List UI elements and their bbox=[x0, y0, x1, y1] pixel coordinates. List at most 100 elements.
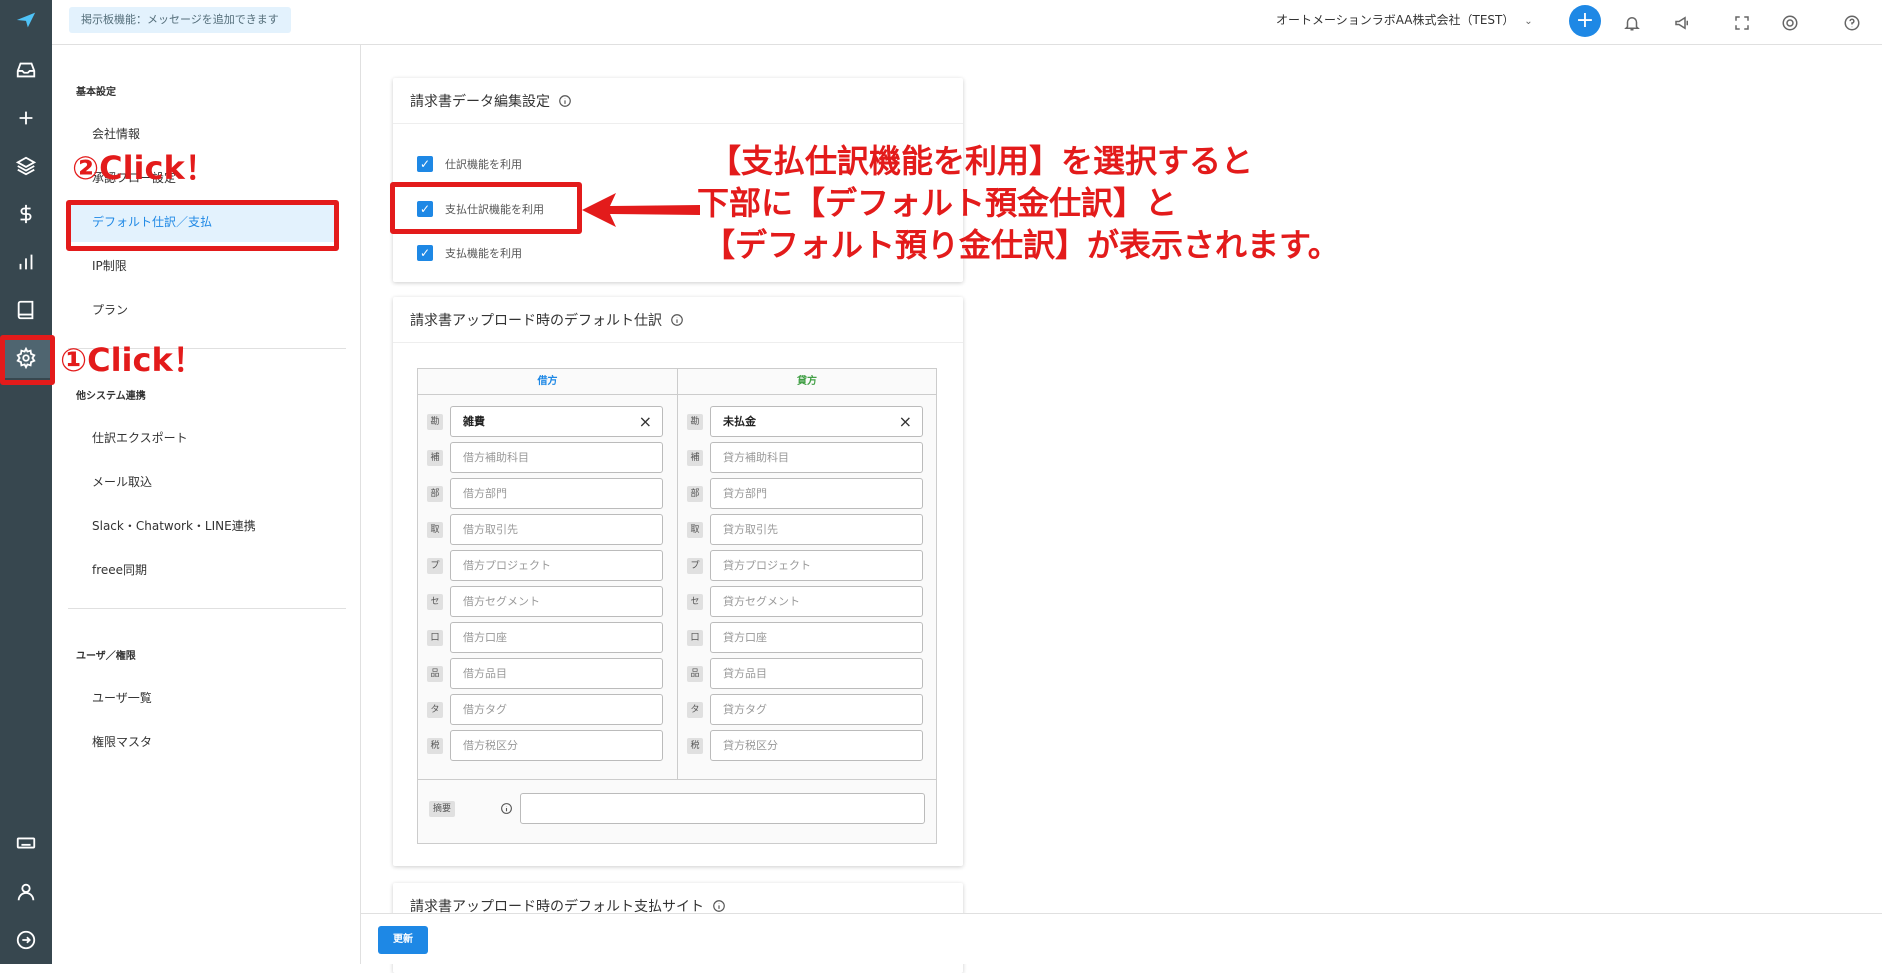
inbox-icon[interactable] bbox=[0, 50, 52, 90]
footer-bar: 更新 bbox=[361, 913, 1882, 964]
memo-label: 摘要 bbox=[429, 801, 455, 817]
clear-icon[interactable]: × bbox=[639, 407, 652, 436]
field-tag: 取 bbox=[687, 522, 703, 538]
credit-department-field[interactable]: 貸方部門 bbox=[710, 478, 923, 509]
debit-sub-account-field[interactable]: 借方補助科目 bbox=[450, 442, 663, 473]
journal-feature-checkbox[interactable]: ✓ 仕訳機能を利用 bbox=[417, 154, 522, 174]
field-tag: 品 bbox=[687, 666, 703, 682]
info-icon[interactable] bbox=[500, 802, 513, 815]
credit-tag-field[interactable]: 貸方タグ bbox=[710, 694, 923, 725]
layers-icon[interactable] bbox=[0, 146, 52, 186]
chart-icon[interactable] bbox=[0, 242, 52, 282]
debit-partner-field[interactable]: 借方取引先 bbox=[450, 514, 663, 545]
field-tag: 口 bbox=[687, 630, 703, 646]
credit-account-field[interactable]: 未払金 × bbox=[710, 406, 923, 437]
checkmark-icon: ✓ bbox=[417, 245, 433, 261]
book-icon[interactable] bbox=[0, 290, 52, 330]
debit-bank-account-field[interactable]: 借方口座 bbox=[450, 622, 663, 653]
journal-entry-table: 借方 貸方 勘 雑費 × 補 借方補助科目 部 借方部門 取 借方取引先 プ 借… bbox=[417, 368, 937, 844]
memo-input[interactable] bbox=[520, 793, 925, 824]
field-tag: 税 bbox=[687, 738, 703, 754]
megaphone-icon[interactable] bbox=[1668, 9, 1696, 37]
debit-department-field[interactable]: 借方部門 bbox=[450, 478, 663, 509]
checkmark-icon: ✓ bbox=[417, 156, 433, 172]
column-divider bbox=[677, 395, 678, 779]
credit-partner-field[interactable]: 貸方取引先 bbox=[710, 514, 923, 545]
clear-icon[interactable]: × bbox=[899, 407, 912, 436]
nav-section-users: ユーザ／権限 bbox=[76, 651, 136, 662]
default-journal-card: 請求書アップロード時のデフォルト仕訳 借方 貸方 勘 雑費 × 補 借方補助科目… bbox=[393, 297, 963, 866]
field-tag: セ bbox=[687, 594, 703, 610]
field-tag: 品 bbox=[427, 666, 443, 682]
info-icon[interactable] bbox=[670, 313, 684, 327]
debit-header: 借方 bbox=[418, 369, 678, 395]
bell-icon[interactable] bbox=[1618, 9, 1646, 37]
annotation-highlight-box bbox=[390, 182, 582, 234]
field-tag: セ bbox=[427, 594, 443, 610]
checkbox-label: 仕訳機能を利用 bbox=[445, 158, 522, 171]
nav-section-basic: 基本設定 bbox=[76, 87, 116, 98]
user-icon[interactable] bbox=[0, 872, 52, 912]
field-tag: プ bbox=[687, 558, 703, 574]
plus-icon[interactable] bbox=[0, 98, 52, 138]
credit-project-field[interactable]: 貸方プロジェクト bbox=[710, 550, 923, 581]
credit-item-field[interactable]: 貸方品目 bbox=[710, 658, 923, 689]
chevron-down-icon: ⌄ bbox=[1524, 16, 1533, 27]
checkbox-label: 支払機能を利用 bbox=[445, 247, 522, 260]
annotation-arrow-icon bbox=[582, 193, 700, 227]
debit-item-field[interactable]: 借方品目 bbox=[450, 658, 663, 689]
field-tag: プ bbox=[427, 558, 443, 574]
payment-feature-checkbox[interactable]: ✓ 支払機能を利用 bbox=[417, 243, 522, 263]
field-tag: 勘 bbox=[427, 414, 443, 430]
info-icon[interactable] bbox=[712, 899, 726, 913]
debit-account-value: 雑費 bbox=[463, 415, 485, 428]
add-button[interactable]: + bbox=[1569, 5, 1601, 37]
nav-item-export[interactable]: 仕訳エクスポート bbox=[68, 418, 338, 458]
info-icon[interactable] bbox=[558, 94, 572, 108]
icon-rail bbox=[0, 0, 52, 964]
fullscreen-icon[interactable] bbox=[1728, 9, 1756, 37]
nav-item-user-list[interactable]: ユーザ一覧 bbox=[68, 678, 338, 718]
field-tag: 部 bbox=[687, 486, 703, 502]
debit-account-field[interactable]: 雑費 × bbox=[450, 406, 663, 437]
debit-tag-field[interactable]: 借方タグ bbox=[450, 694, 663, 725]
credit-sub-account-field[interactable]: 貸方補助科目 bbox=[710, 442, 923, 473]
company-selector[interactable]: オートメーションラボAA株式会社（TEST） ⌄ bbox=[1276, 11, 1533, 28]
field-tag: タ bbox=[427, 702, 443, 718]
field-tag: 税 bbox=[427, 738, 443, 754]
nav-item-chat-integration[interactable]: Slack・Chatwork・LINE連携 bbox=[68, 506, 338, 546]
card-title: 請求書データ編集設定 bbox=[410, 93, 550, 110]
support-icon[interactable] bbox=[1776, 9, 1804, 37]
nav-item-mail[interactable]: メール取込 bbox=[68, 462, 338, 502]
field-tag: 補 bbox=[687, 450, 703, 466]
annotation-note-line1: 【支払仕訳機能を利用】を選択すると bbox=[709, 142, 1254, 180]
logout-icon[interactable] bbox=[0, 920, 52, 960]
top-bar: 掲示板機能：メッセージを追加できます オートメーションラボAA株式会社（TEST… bbox=[52, 0, 1882, 45]
debit-tax-field[interactable]: 借方税区分 bbox=[450, 730, 663, 761]
card-header: 請求書アップロード時のデフォルト仕訳 bbox=[393, 297, 963, 343]
logo-icon[interactable] bbox=[0, 0, 52, 40]
field-tag: 勘 bbox=[687, 414, 703, 430]
nav-item-plan[interactable]: プラン bbox=[68, 290, 338, 330]
dollar-icon[interactable] bbox=[0, 194, 52, 234]
field-tag: タ bbox=[687, 702, 703, 718]
nav-item-freee[interactable]: freee同期 bbox=[68, 550, 338, 590]
update-button[interactable]: 更新 bbox=[378, 926, 428, 954]
debit-segment-field[interactable]: 借方セグメント bbox=[450, 586, 663, 617]
credit-tax-field[interactable]: 貸方税区分 bbox=[710, 730, 923, 761]
credit-account-value: 未払金 bbox=[723, 415, 756, 428]
field-tag: 補 bbox=[427, 450, 443, 466]
credit-bank-account-field[interactable]: 貸方口座 bbox=[710, 622, 923, 653]
nav-divider bbox=[68, 608, 346, 609]
annotation-note-line3: 【デフォルト預り金仕訳】が表示されます。 bbox=[703, 226, 1340, 264]
help-icon[interactable] bbox=[1838, 9, 1866, 37]
row-divider bbox=[418, 779, 936, 780]
notice-banner[interactable]: 掲示板機能：メッセージを追加できます bbox=[69, 7, 291, 33]
nav-item-role-master[interactable]: 権限マスタ bbox=[68, 722, 338, 762]
debit-project-field[interactable]: 借方プロジェクト bbox=[450, 550, 663, 581]
keyboard-icon[interactable] bbox=[0, 823, 52, 863]
credit-segment-field[interactable]: 貸方セグメント bbox=[710, 586, 923, 617]
credit-header: 貸方 bbox=[678, 369, 936, 395]
nav-item-ip-restriction[interactable]: IP制限 bbox=[68, 246, 338, 286]
company-name: オートメーションラボAA株式会社（TEST） bbox=[1276, 13, 1515, 27]
